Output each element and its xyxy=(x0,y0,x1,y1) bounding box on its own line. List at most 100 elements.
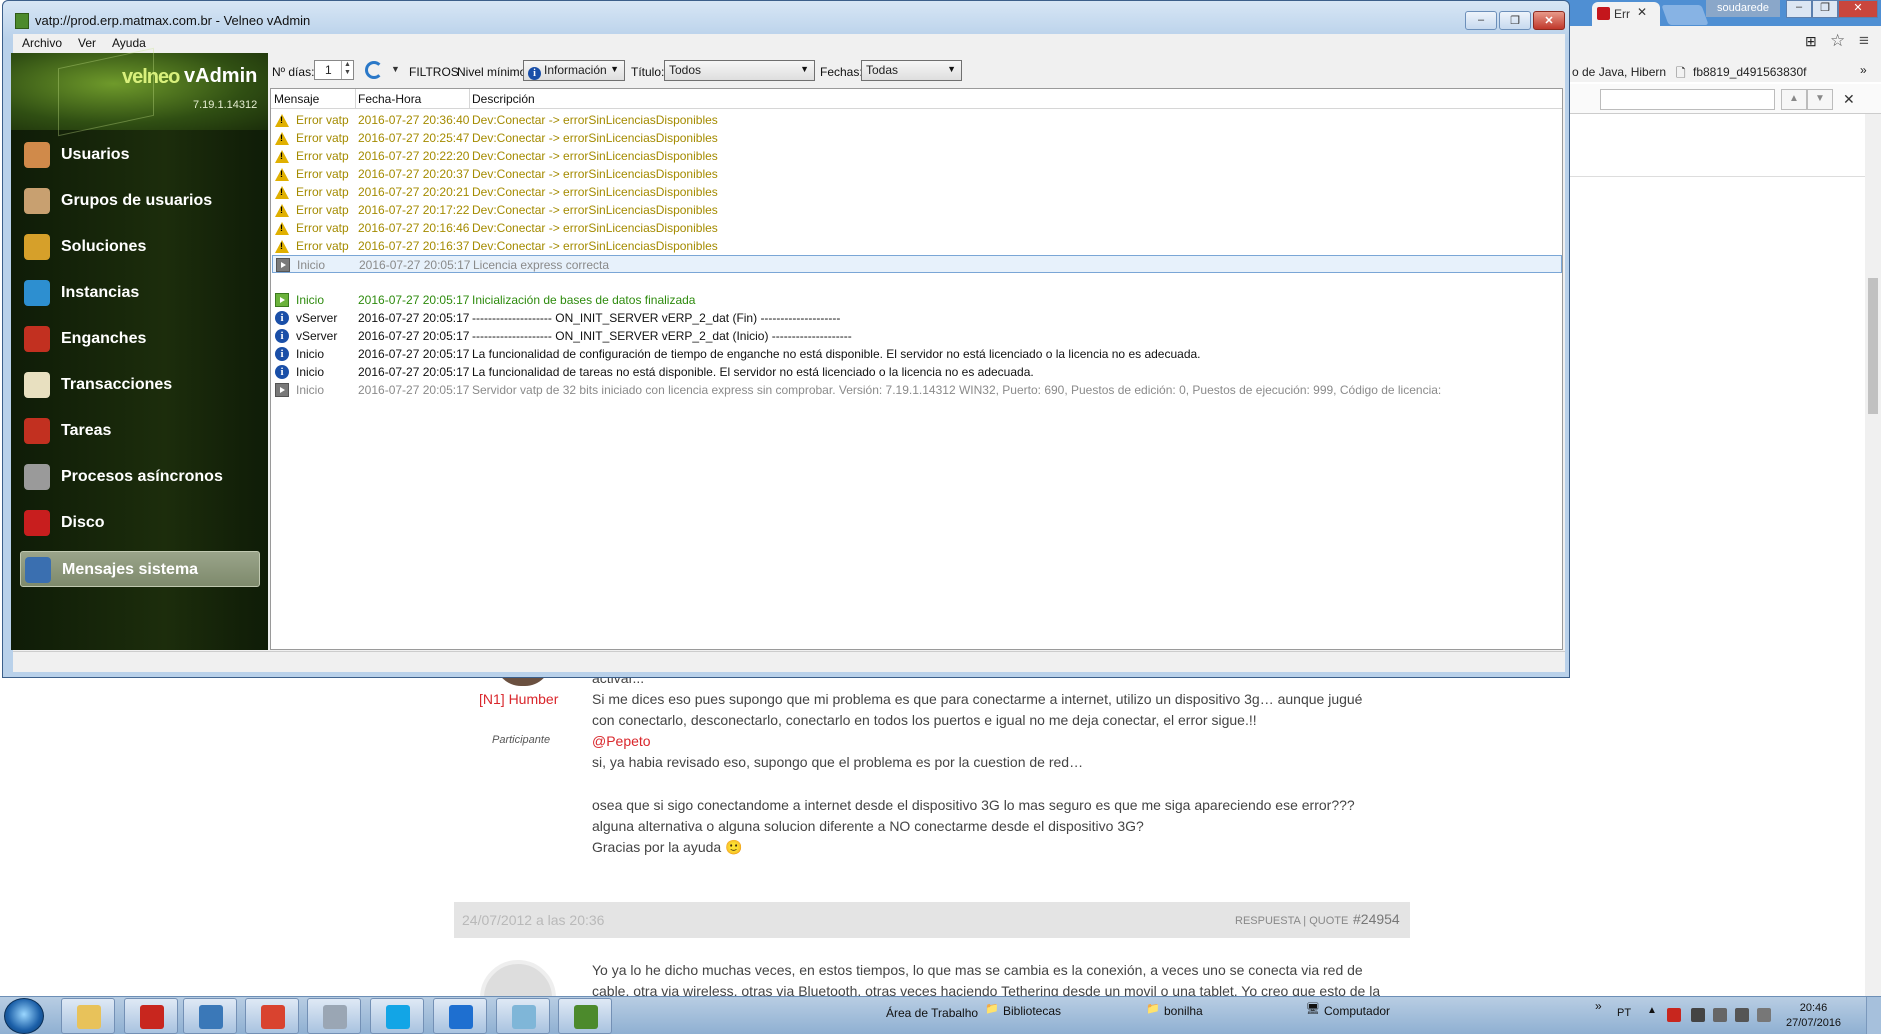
sidebar-item-mensajes-sistema[interactable]: Mensajes sistema xyxy=(20,551,260,587)
table-row[interactable]: Inicio 2016-07-27 20:05:17 Servidor vatp d… xyxy=(272,381,1562,399)
bookmark-java[interactable]: o de Java, Hibern xyxy=(1572,65,1666,79)
post-number[interactable]: #24954 xyxy=(1353,911,1400,927)
table-row[interactable]: Inicio 2016-07-27 20:05:17 Licencia expres… xyxy=(272,255,1562,273)
menu-archivo[interactable]: Archivo xyxy=(22,36,62,50)
browser-minimize-button[interactable]: – xyxy=(1786,0,1812,18)
table-row[interactable]: i Inicio 2016-07-27 20:05:17 La funcionalid… xyxy=(272,363,1562,381)
taskbar-button[interactable] xyxy=(61,998,115,1034)
desktop-toolbar-label[interactable]: Área de Trabalho xyxy=(886,1006,978,1020)
tray-network-icon[interactable] xyxy=(1735,1008,1749,1022)
spin-arrows-icon[interactable]: ▲ ▼ xyxy=(341,61,353,79)
sidebar-item-usuarios[interactable]: Usuarios xyxy=(20,137,260,173)
table-row[interactable]: Error vatp 2016-07-27 20:25:47Dev:Conecta… xyxy=(272,129,1562,147)
cell-message: vServer xyxy=(296,311,338,325)
browser-maximize-button[interactable]: ❐ xyxy=(1812,0,1838,18)
page-scrollbar-thumb[interactable] xyxy=(1868,278,1878,414)
taskbar-button[interactable] xyxy=(307,998,361,1034)
browser-tab[interactable]: Err xyxy=(1592,2,1660,26)
table-row[interactable]: i Inicio 2016-07-27 20:05:17 La funcionalid… xyxy=(272,345,1562,363)
page-scrollbar[interactable] xyxy=(1865,114,1881,996)
tray-tool-icon[interactable] xyxy=(1691,1008,1705,1022)
find-input[interactable] xyxy=(1600,89,1775,110)
tray-clock[interactable]: 20:46 27/07/2016 xyxy=(1786,1001,1841,1031)
browser-close-button[interactable]: ✕ xyxy=(1838,0,1878,18)
reply-link[interactable]: RESPUESTA xyxy=(1235,915,1300,927)
bookmarks-overflow-icon[interactable]: » xyxy=(1860,63,1867,77)
table-row[interactable]: Error vatp 2016-07-27 20:17:22Dev:Conecta… xyxy=(272,201,1562,219)
sidebar-item-tareas[interactable]: Tareas xyxy=(20,413,260,449)
chrome-menu-icon[interactable]: ≡ xyxy=(1859,31,1869,51)
column-header-description[interactable]: Descripción xyxy=(472,92,535,106)
column-divider[interactable] xyxy=(355,89,356,109)
language-indicator[interactable]: PT xyxy=(1617,1007,1631,1019)
table-row[interactable]: Error vatp 2016-07-27 20:20:21Dev:Conecta… xyxy=(272,183,1562,201)
quote-link[interactable]: QUOTE xyxy=(1309,915,1348,927)
tray-volume-icon[interactable] xyxy=(1757,1008,1771,1022)
days-spinbox[interactable]: 1 ▲ ▼ xyxy=(314,60,354,80)
sidebar-item-enganches[interactable]: Enganches xyxy=(20,321,260,357)
cell-datetime: 2016-07-27 20:20:37 xyxy=(358,167,470,181)
show-desktop-button[interactable] xyxy=(1866,997,1881,1034)
refresh-icon[interactable] xyxy=(365,61,383,79)
tray-app-icon[interactable] xyxy=(1713,1008,1727,1022)
column-header-datetime[interactable]: Fecha-Hora xyxy=(358,92,421,106)
sidebar-item-procesos-asíncronos[interactable]: Procesos asíncronos xyxy=(20,459,260,495)
user-folder-link[interactable]: bonilha xyxy=(1164,1004,1203,1018)
computer-link[interactable]: Computador xyxy=(1324,1004,1390,1018)
close-button[interactable]: ✕ xyxy=(1533,11,1565,30)
tray-pdf-icon[interactable] xyxy=(1667,1008,1681,1022)
taskbar-button[interactable] xyxy=(558,998,612,1034)
sidebar-item-transacciones[interactable]: Transacciones xyxy=(20,367,260,403)
maximize-button[interactable]: ❐ xyxy=(1499,11,1531,30)
libraries-link[interactable]: Bibliotecas xyxy=(1003,1004,1061,1018)
info-icon: i xyxy=(275,311,289,325)
find-close-icon[interactable]: ✕ xyxy=(1843,91,1855,108)
table-row[interactable]: Error vatp 2016-07-27 20:22:20Dev:Conecta… xyxy=(272,147,1562,165)
bookmark-file[interactable]: fb8819_d491563830f xyxy=(1693,65,1806,79)
sidebar-item-disco[interactable]: Disco xyxy=(20,505,260,541)
start-button[interactable] xyxy=(4,998,44,1034)
menu-ayuda[interactable]: Ayuda xyxy=(112,36,146,50)
table-row[interactable] xyxy=(272,273,1562,291)
tab-close-icon[interactable]: ✕ xyxy=(1637,5,1647,19)
taskbar-button[interactable] xyxy=(433,998,487,1034)
minimize-button[interactable]: – xyxy=(1465,11,1497,30)
sidebar-item-grupos-de-usuarios[interactable]: Grupos de usuarios xyxy=(20,183,260,219)
taskbar-button[interactable] xyxy=(370,998,424,1034)
cell-message: Error vatp xyxy=(296,131,349,145)
sidebar-item-label: Instancias xyxy=(61,284,140,301)
table-row[interactable]: Error vatp 2016-07-27 20:16:46Dev:Conecta… xyxy=(272,219,1562,237)
users-icon xyxy=(24,142,50,168)
toolbar-overflow-icon[interactable]: » xyxy=(1595,999,1602,1013)
column-header-message[interactable]: Mensaje xyxy=(274,92,319,106)
refresh-dropdown-icon[interactable]: ▼ xyxy=(391,64,400,74)
cell-description: Dev:Conectar -> errorSinLicenciasDisponi… xyxy=(472,221,718,235)
translate-icon[interactable]: ⊞ xyxy=(1805,33,1817,50)
post-mention[interactable]: @Pepeto xyxy=(592,731,651,752)
menu-ver[interactable]: Ver xyxy=(78,36,96,50)
table-row[interactable]: Error vatp 2016-07-27 20:36:40Dev:Conecta… xyxy=(272,111,1562,129)
taskbar-button[interactable] xyxy=(124,998,178,1034)
bookmark-star-icon[interactable]: ☆ xyxy=(1830,31,1845,51)
find-previous-button[interactable]: ▲ xyxy=(1781,89,1807,110)
table-row[interactable]: Inicio 2016-07-27 20:05:17 Inicialización … xyxy=(272,291,1562,309)
taskbar-button[interactable] xyxy=(183,998,237,1034)
taskbar-button[interactable] xyxy=(245,998,299,1034)
sidebar-item-label: Transacciones xyxy=(61,376,173,393)
new-tab-button[interactable] xyxy=(1661,5,1709,25)
sidebar-item-soluciones[interactable]: Soluciones xyxy=(20,229,260,265)
sidebar-item-instancias[interactable]: Instancias xyxy=(20,275,260,311)
column-divider[interactable] xyxy=(469,89,470,109)
profile-button[interactable]: soudarede xyxy=(1706,0,1780,17)
table-row[interactable]: i vServer 2016-07-27 20:05:17 -------------… xyxy=(272,309,1562,327)
find-next-button[interactable]: ▼ xyxy=(1807,89,1833,110)
title-select[interactable]: Todos ▼ xyxy=(664,60,815,81)
post-author[interactable]: [N1] Humber xyxy=(479,691,558,707)
min-level-select[interactable]: i Información ▼ xyxy=(523,60,625,81)
dates-select[interactable]: Todas ▼ xyxy=(861,60,962,81)
table-row[interactable]: Error vatp 2016-07-27 20:20:37Dev:Conecta… xyxy=(272,165,1562,183)
taskbar-button[interactable] xyxy=(496,998,550,1034)
table-row[interactable]: i vServer 2016-07-27 20:05:17 -------------… xyxy=(272,327,1562,345)
table-row[interactable]: Error vatp 2016-07-27 20:16:37Dev:Conecta… xyxy=(272,237,1562,255)
tray-expand-icon[interactable]: ▲ xyxy=(1647,1005,1657,1016)
